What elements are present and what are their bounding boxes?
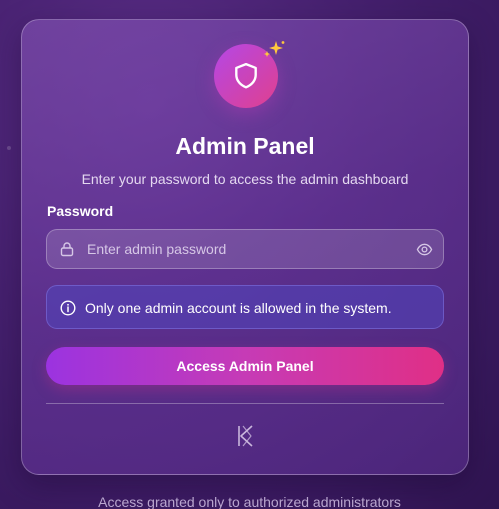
password-input[interactable] [87,230,407,268]
access-admin-button[interactable]: Access Admin Panel [46,347,444,385]
lock-icon [60,242,74,257]
footer-note: Access granted only to authorized admini… [98,494,401,509]
password-label: Password [47,203,114,219]
page-title: Admin Panel [175,133,315,159]
info-icon [60,300,76,316]
login-card: Admin Panel Enter your password to acces… [21,19,469,475]
divider [46,403,444,404]
info-notice: Only one admin account is allowed in the… [46,285,444,329]
brand-logo-icon [238,425,253,447]
eye-icon[interactable] [416,241,433,258]
page-subtitle: Enter your password to access the admin … [81,171,409,187]
shield-icon [235,62,257,89]
password-field[interactable] [46,229,444,269]
sparkles-icon [264,41,285,57]
notice-text: Only one admin account is allowed in the… [85,300,392,316]
background-dot [7,146,11,150]
